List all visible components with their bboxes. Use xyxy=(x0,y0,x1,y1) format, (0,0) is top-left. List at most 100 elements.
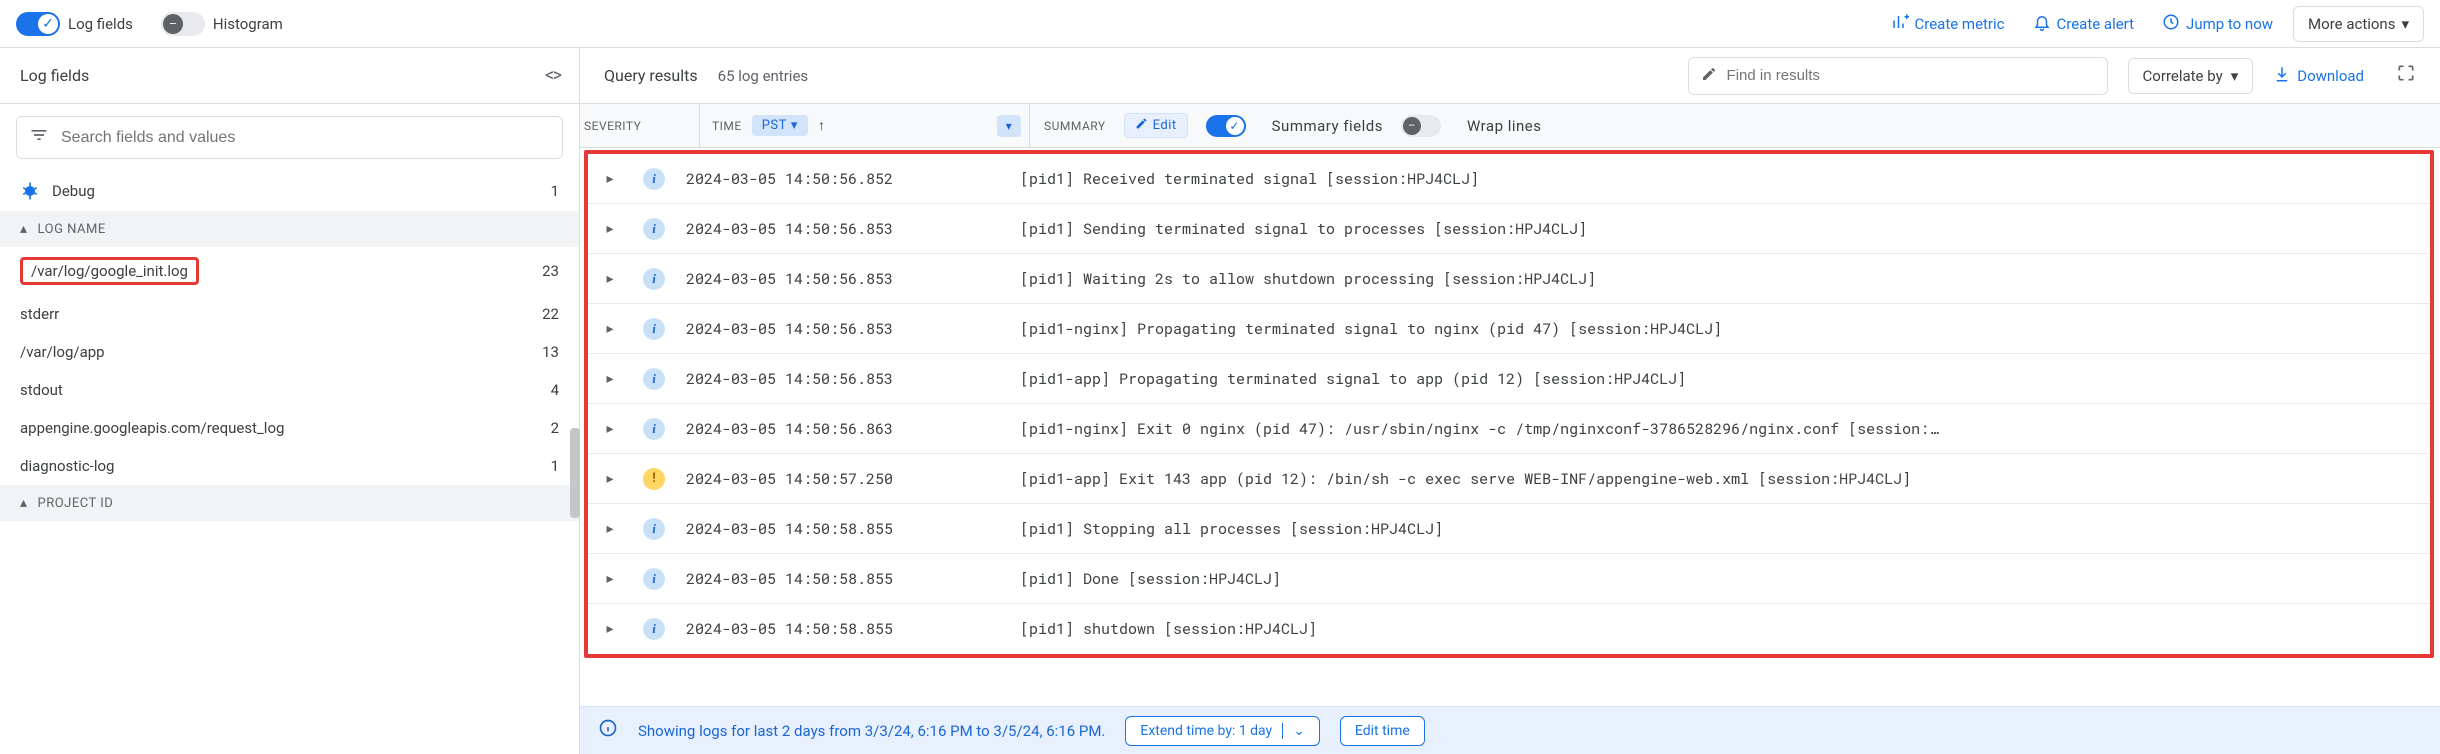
log-name-group-header[interactable]: ▴ LOG NAME xyxy=(0,211,579,247)
log-name-item[interactable]: stderr 22 xyxy=(0,295,579,333)
histogram-toggle[interactable]: – xyxy=(161,12,205,36)
log-name-item[interactable]: appengine.googleapis.com/request_log2 xyxy=(0,409,579,447)
expand-row-icon[interactable]: ▸ xyxy=(588,221,632,237)
severity-debug-row[interactable]: Debug 1 xyxy=(0,171,579,211)
log-entry-row[interactable]: ▸2024-03-05 14:50:56.853[pid1-app] Propa… xyxy=(588,354,2430,404)
severity-cell xyxy=(632,418,676,440)
histogram-toggle-label: Histogram xyxy=(213,15,283,33)
warning-icon xyxy=(643,468,665,490)
expand-row-icon[interactable]: ▸ xyxy=(588,321,632,337)
log-table-header: SEVERITY TIME PST ▾ ↑ ▾ SUMMARY Edit xyxy=(580,104,2440,148)
log-entry-row[interactable]: ▸2024-03-05 14:50:58.855[pid1] shutdown … xyxy=(588,604,2430,654)
log-name-item[interactable]: diagnostic-log 1 xyxy=(0,447,579,485)
time-column-header[interactable]: TIME PST ▾ ↑ ▾ xyxy=(700,104,1030,147)
log-entry-row[interactable]: ▸2024-03-05 14:50:56.853[pid1] Waiting 2… xyxy=(588,254,2430,304)
sidebar-scrollbar[interactable] xyxy=(570,428,580,518)
time-range-footer: Showing logs for last 2 days from 3/3/24… xyxy=(580,706,2440,754)
log-name-item-label: /var/log/app xyxy=(20,343,105,361)
wrap-lines-toggle[interactable]: – xyxy=(1401,115,1441,137)
expand-row-icon[interactable]: ▸ xyxy=(588,571,632,587)
search-fields-input-wrapper[interactable] xyxy=(16,116,563,159)
expand-row-icon[interactable]: ▸ xyxy=(588,271,632,287)
timestamp-cell: 2024-03-05 14:50:56.853 xyxy=(676,319,1006,339)
severity-column-header[interactable]: SEVERITY xyxy=(580,104,700,147)
expand-row-icon[interactable]: ▸ xyxy=(588,371,632,387)
summary-label: SUMMARY xyxy=(1044,119,1106,133)
minus-icon: – xyxy=(1403,117,1421,135)
pencil-icon xyxy=(1701,66,1717,86)
severity-cell xyxy=(632,268,676,290)
expand-row-icon[interactable]: ▸ xyxy=(588,421,632,437)
timestamp-cell: 2024-03-05 14:50:58.855 xyxy=(676,619,1006,639)
time-dropdown-icon[interactable]: ▾ xyxy=(997,115,1021,137)
log-name-item-count: 22 xyxy=(542,305,559,323)
bell-icon xyxy=(2033,13,2051,35)
log-name-item-label: stderr xyxy=(20,305,59,323)
timezone-chip[interactable]: PST ▾ xyxy=(752,115,808,136)
summary-cell: [pid1] Sending terminated signal to proc… xyxy=(1006,219,2430,239)
info-icon xyxy=(643,168,665,190)
log-entries-list: ▸2024-03-05 14:50:56.852[pid1] Received … xyxy=(584,150,2434,658)
timestamp-cell: 2024-03-05 14:50:58.855 xyxy=(676,519,1006,539)
log-name-item[interactable]: /var/log/app 13 xyxy=(0,333,579,371)
search-fields-input[interactable] xyxy=(61,129,550,147)
expand-row-icon[interactable]: ▸ xyxy=(588,621,632,637)
download-button[interactable]: Download xyxy=(2273,65,2364,87)
log-entry-row[interactable]: ▸2024-03-05 14:50:56.853[pid1-nginx] Pro… xyxy=(588,304,2430,354)
info-icon xyxy=(643,568,665,590)
log-entry-row[interactable]: ▸2024-03-05 14:50:58.855[pid1] Stopping … xyxy=(588,504,2430,554)
summary-column-header: SUMMARY Edit ✓ Summary fields – Wrap lin… xyxy=(1030,113,2440,138)
extend-time-button[interactable]: Extend time by: 1 day ⌄ xyxy=(1125,716,1320,746)
summary-cell: [pid1] Done [session:HPJ4CLJ] xyxy=(1006,569,2430,589)
download-icon xyxy=(2273,65,2291,87)
log-entry-row[interactable]: ▸ 2024-03-05 14:50:56.853[pid1] Sending t… xyxy=(588,204,2430,254)
create-metric-label: Create metric xyxy=(1915,15,2005,33)
find-in-results-input[interactable] xyxy=(1727,67,2095,84)
log-name-item[interactable]: stdout4 xyxy=(0,371,579,409)
log-name-item-label: appengine.googleapis.com/request_log xyxy=(20,419,284,437)
log-entry-row[interactable]: ▸2024-03-05 14:50:56.852[pid1] Received … xyxy=(588,154,2430,204)
log-name-item-count: 1 xyxy=(551,457,559,475)
summary-cell: [pid1] Received terminated signal [sessi… xyxy=(1006,169,2430,189)
log-entry-row[interactable]: ▸2024-03-05 14:50:58.855[pid1] Done [ses… xyxy=(588,554,2430,604)
log-name-item-label: diagnostic-log xyxy=(20,457,114,475)
severity-cell xyxy=(632,368,676,390)
severity-cell xyxy=(632,218,676,240)
caret-down-icon: ▾ xyxy=(2401,15,2409,33)
timestamp-cell: 2024-03-05 14:50:56.853 xyxy=(676,269,1006,289)
timestamp-cell: 2024-03-05 14:50:57.250 xyxy=(676,469,1006,489)
caret-down-icon: ▾ xyxy=(791,118,798,133)
expand-collapse-icon[interactable]: < > xyxy=(545,65,559,86)
summary-cell: [pid1-app] Exit 143 app (pid 12): /bin/s… xyxy=(1006,469,2430,489)
create-metric-button[interactable]: Create metric xyxy=(1891,13,2005,35)
log-name-item-count: 13 xyxy=(542,343,559,361)
highlighted-log-name: /var/log/google_init.log xyxy=(20,257,199,285)
edit-columns-button[interactable]: Edit xyxy=(1124,113,1188,138)
create-alert-button[interactable]: Create alert xyxy=(2033,13,2135,35)
sort-ascending-icon[interactable]: ↑ xyxy=(818,117,826,134)
log-name-item[interactable]: /var/log/google_init.log23 xyxy=(0,247,579,295)
expand-row-icon[interactable]: ▸ xyxy=(588,521,632,537)
more-actions-button[interactable]: More actions ▾ xyxy=(2293,6,2424,42)
log-fields-toggle[interactable]: ✓ xyxy=(16,12,60,36)
chart-add-icon xyxy=(1891,13,1909,35)
log-name-item-label: stdout xyxy=(20,381,63,399)
expand-row-icon[interactable]: ▸ xyxy=(588,471,632,487)
edit-time-button[interactable]: Edit time xyxy=(1340,716,1425,746)
info-icon xyxy=(643,618,665,640)
expand-row-icon[interactable]: ▸ xyxy=(588,171,632,187)
wrap-lines-label: Wrap lines xyxy=(1467,117,1542,135)
find-in-results-wrapper[interactable] xyxy=(1688,57,2108,95)
log-entry-row[interactable]: ▸2024-03-05 14:50:56.863[pid1-nginx] Exi… xyxy=(588,404,2430,454)
log-fields-toggle-label: Log fields xyxy=(68,15,133,33)
jump-to-now-button[interactable]: Jump to now xyxy=(2162,13,2273,35)
log-entry-row[interactable]: ▸ 2024-03-05 14:50:57.250[pid1-app] Exit … xyxy=(588,454,2430,504)
correlate-by-button[interactable]: Correlate by ▾ xyxy=(2128,58,2254,94)
timestamp-cell: 2024-03-05 14:50:56.853 xyxy=(676,219,1006,239)
severity-cell xyxy=(632,618,676,640)
fullscreen-icon[interactable] xyxy=(2396,63,2416,88)
project-id-group-header[interactable]: ▴ PROJECT ID xyxy=(0,485,579,521)
chevron-down-icon[interactable]: ⌄ xyxy=(1282,723,1305,739)
top-toolbar: ✓ Log fields – Histogram Create metric C… xyxy=(0,0,2440,48)
summary-fields-toggle[interactable]: ✓ xyxy=(1206,115,1246,137)
